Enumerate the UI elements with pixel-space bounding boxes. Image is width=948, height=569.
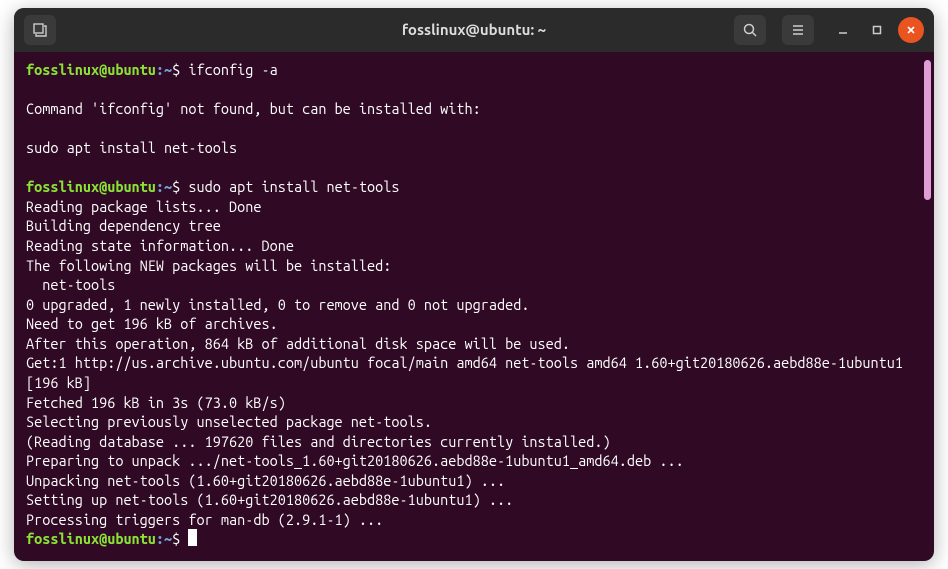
prompt-line: fosslinux@ubuntu:~$: [26, 529, 922, 549]
output-line: Reading package lists... Done: [26, 197, 922, 217]
hamburger-icon: [790, 22, 806, 38]
titlebar: fosslinux@ubuntu: ~: [14, 8, 934, 52]
cursor: [188, 529, 197, 546]
output-line: Command 'ifconfig' not found, but can be…: [26, 99, 922, 119]
output-line: [26, 119, 922, 139]
prompt-dollar: $: [172, 178, 180, 195]
close-button[interactable]: [898, 17, 924, 43]
output-line: net-tools: [26, 275, 922, 295]
maximize-icon: [871, 24, 883, 36]
output-line: Unpacking net-tools (1.60+git20180626.ae…: [26, 471, 922, 491]
maximize-button[interactable]: [864, 17, 890, 43]
output-line: [26, 158, 922, 178]
output-line: Reading state information... Done: [26, 236, 922, 256]
prompt-colon: :: [156, 178, 164, 195]
prompt-colon: :: [156, 530, 164, 547]
output-line: Get:1 http://us.archive.ubuntu.com/ubunt…: [26, 353, 922, 392]
output-line: After this operation, 864 kB of addition…: [26, 334, 922, 354]
output-line: The following NEW packages will be insta…: [26, 256, 922, 276]
minimize-icon: [837, 24, 849, 36]
terminal-window: fosslinux@ubuntu: ~ fosslinux@ubuntu:~$ …: [14, 8, 934, 561]
output-line: Need to get 196 kB of archives.: [26, 314, 922, 334]
new-tab-button[interactable]: [24, 15, 56, 45]
prompt-line: fosslinux@ubuntu:~$ sudo apt install net…: [26, 177, 922, 197]
command-text: sudo apt install net-tools: [188, 178, 399, 195]
prompt-path: ~: [164, 61, 172, 78]
menu-button[interactable]: [782, 15, 814, 45]
output-line: Setting up net-tools (1.60+git20180626.a…: [26, 490, 922, 510]
output-line: Preparing to unpack .../net-tools_1.60+g…: [26, 451, 922, 471]
prompt-colon: :: [156, 61, 164, 78]
output-block: Reading package lists... DoneBuilding de…: [26, 197, 922, 530]
command-text: ifconfig -a: [188, 61, 277, 78]
search-button[interactable]: [734, 15, 766, 45]
output-line: [26, 80, 922, 100]
terminal-body[interactable]: fosslinux@ubuntu:~$ ifconfig -a Command …: [14, 52, 934, 561]
prompt-dollar: $: [172, 61, 180, 78]
prompt-user: fosslinux@ubuntu: [26, 178, 156, 195]
output-line: 0 upgraded, 1 newly installed, 0 to remo…: [26, 295, 922, 315]
search-icon: [742, 22, 758, 38]
prompt-path: ~: [164, 530, 172, 547]
minimize-button[interactable]: [830, 17, 856, 43]
prompt-dollar: $: [172, 530, 180, 547]
output-line: Selecting previously unselected package …: [26, 412, 922, 432]
output-line: Fetched 196 kB in 3s (73.0 kB/s): [26, 393, 922, 413]
output-line: Building dependency tree: [26, 216, 922, 236]
prompt-user: fosslinux@ubuntu: [26, 61, 156, 78]
output-line: sudo apt install net-tools: [26, 138, 922, 158]
output-line: Processing triggers for man-db (2.9.1-1)…: [26, 510, 922, 530]
prompt-line: fosslinux@ubuntu:~$ ifconfig -a: [26, 60, 922, 80]
prompt-user: fosslinux@ubuntu: [26, 530, 156, 547]
output-line: (Reading database ... 197620 files and d…: [26, 432, 922, 452]
prompt-path: ~: [164, 178, 172, 195]
new-tab-icon: [32, 22, 48, 38]
scrollbar-thumb[interactable]: [924, 60, 931, 200]
close-icon: [905, 24, 917, 36]
